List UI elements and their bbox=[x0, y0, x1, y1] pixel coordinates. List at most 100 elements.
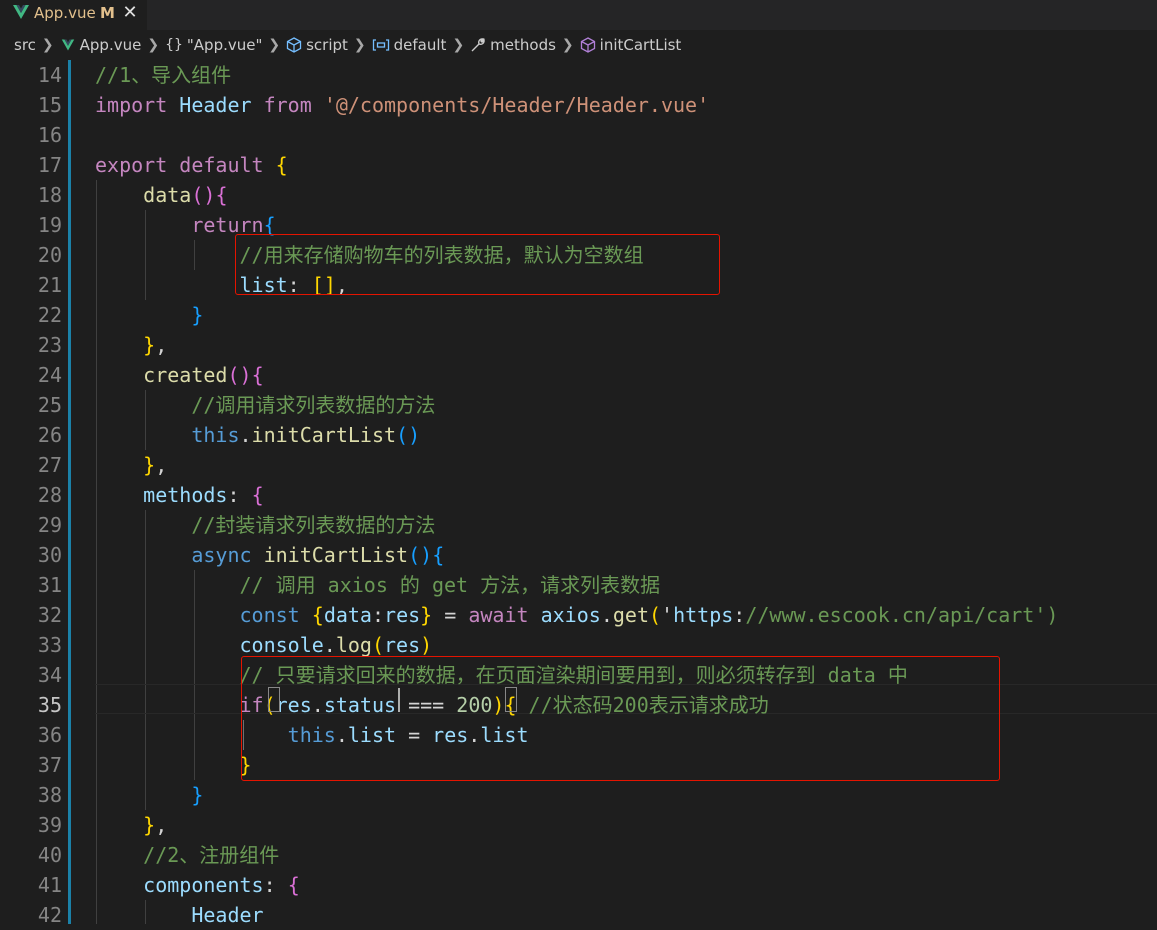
line-number: 25 bbox=[37, 393, 62, 417]
breadcrumb-label: methods bbox=[490, 36, 556, 54]
line-number: 36 bbox=[37, 723, 62, 747]
line-number: 29 bbox=[37, 513, 62, 537]
code-line[interactable]: 16 bbox=[0, 120, 1157, 150]
code-line[interactable]: 29 //封装请求列表数据的方法 bbox=[0, 510, 1157, 540]
code-line[interactable]: 24 created(){ bbox=[0, 360, 1157, 390]
line-number: 15 bbox=[37, 93, 62, 117]
braces-icon: {} bbox=[165, 37, 183, 53]
code-line[interactable]: 25 //调用请求列表数据的方法 bbox=[0, 390, 1157, 420]
line-number: 16 bbox=[37, 123, 62, 147]
modified-badge: M bbox=[100, 4, 115, 22]
breadcrumb-default[interactable]: default bbox=[372, 36, 447, 54]
breadcrumb-label: src bbox=[14, 36, 36, 54]
code-line[interactable]: 42 Header bbox=[0, 900, 1157, 930]
code-text: //封装请求列表数据的方法 bbox=[191, 513, 436, 537]
line-number: 20 bbox=[37, 243, 62, 267]
line-number: 42 bbox=[37, 903, 62, 927]
code-text: }, bbox=[143, 333, 168, 357]
code-line[interactable]: 17 export default { bbox=[0, 150, 1157, 180]
close-icon[interactable]: ✕ bbox=[121, 2, 139, 23]
code-text: // 调用 axios 的 get 方法，请求列表数据 bbox=[239, 573, 661, 597]
line-number: 38 bbox=[37, 783, 62, 807]
tab-bar: App.vue M ✕ bbox=[0, 0, 1157, 30]
line-number: 33 bbox=[37, 633, 62, 657]
chevron-right-icon: ❯ bbox=[268, 37, 281, 53]
wrench-icon bbox=[471, 38, 485, 52]
cube-icon bbox=[580, 37, 595, 53]
chevron-right-icon: ❯ bbox=[147, 37, 160, 53]
breadcrumb-script[interactable]: script bbox=[286, 36, 348, 54]
breadcrumb-label: script bbox=[306, 36, 348, 54]
line-number: 32 bbox=[37, 603, 62, 627]
vue-icon bbox=[61, 39, 74, 51]
line-number: 40 bbox=[37, 843, 62, 867]
code-line[interactable]: 38 } bbox=[0, 780, 1157, 810]
code-text: Header bbox=[191, 903, 264, 927]
code-line[interactable]: 31 // 调用 axios 的 get 方法，请求列表数据 bbox=[0, 570, 1157, 600]
breadcrumb-module[interactable]: {} "App.vue" bbox=[165, 36, 262, 54]
code-line[interactable]: 40 //2、注册组件 bbox=[0, 840, 1157, 870]
code-line[interactable]: 23 }, bbox=[0, 330, 1157, 360]
annotation-box bbox=[241, 656, 1000, 781]
tab-title: App.vue bbox=[34, 4, 96, 22]
code-text: //1、导入组件 bbox=[95, 63, 232, 87]
breadcrumb: src ❯ App.vue ❯ {} "App.vue" ❯ script ❯ … bbox=[0, 30, 1157, 60]
breadcrumb-methods[interactable]: methods bbox=[470, 36, 556, 54]
breadcrumb-label: "App.vue" bbox=[186, 36, 263, 54]
line-number: 18 bbox=[37, 183, 62, 207]
breadcrumb-label: default bbox=[393, 36, 447, 54]
tab-app-vue[interactable]: App.vue M ✕ bbox=[0, 0, 147, 30]
code-text: //2、注册组件 bbox=[143, 843, 280, 867]
chevron-right-icon: ❯ bbox=[41, 37, 54, 53]
line-number: 24 bbox=[37, 363, 62, 387]
line-number: 23 bbox=[37, 333, 62, 357]
code-text: import Header from '@/components/Header/… bbox=[95, 93, 710, 117]
chevron-right-icon: ❯ bbox=[353, 37, 366, 53]
code-text: } bbox=[239, 753, 252, 777]
breadcrumb-label: initCartList bbox=[599, 36, 682, 54]
vue-icon bbox=[13, 5, 29, 19]
code-text: this.initCartList() bbox=[191, 423, 421, 447]
code-editor[interactable]: 14 //1、导入组件 15 import Header from '@/compon… bbox=[0, 60, 1157, 927]
code-line[interactable]: 28 methods: { bbox=[0, 480, 1157, 510]
code-line[interactable]: 18 data(){ bbox=[0, 180, 1157, 210]
line-number: 35 bbox=[37, 693, 62, 717]
breadcrumb-label: App.vue bbox=[79, 36, 142, 54]
code-text: //调用请求列表数据的方法 bbox=[191, 393, 436, 417]
annotation-box bbox=[235, 234, 720, 295]
code-line[interactable]: 41 components: { bbox=[0, 870, 1157, 900]
breadcrumb-app-vue[interactable]: App.vue bbox=[60, 36, 142, 54]
line-number: 39 bbox=[37, 813, 62, 837]
code-text: } bbox=[191, 303, 204, 327]
code-text: }, bbox=[143, 813, 168, 837]
breadcrumb-src[interactable]: src bbox=[14, 36, 36, 54]
line-number: 41 bbox=[37, 873, 62, 897]
line-number: 21 bbox=[37, 273, 62, 297]
code-line[interactable]: 22 } bbox=[0, 300, 1157, 330]
line-number: 26 bbox=[37, 423, 62, 447]
code-text: methods: { bbox=[143, 483, 264, 507]
code-line[interactable]: 26 this.initCartList() bbox=[0, 420, 1157, 450]
code-line[interactable]: 27 }, bbox=[0, 450, 1157, 480]
code-line[interactable]: 15 import Header from '@/components/Heade… bbox=[0, 90, 1157, 120]
line-number: 31 bbox=[37, 573, 62, 597]
line-number: 27 bbox=[37, 453, 62, 477]
line-number: 17 bbox=[37, 153, 62, 177]
code-text: created(){ bbox=[143, 363, 264, 387]
code-line[interactable]: 32 const {data:res} = await axios.get('h… bbox=[0, 600, 1157, 630]
variable-icon bbox=[372, 39, 389, 51]
code-text: async initCartList(){ bbox=[191, 543, 445, 567]
code-line[interactable]: 39 }, bbox=[0, 810, 1157, 840]
breadcrumb-initcartlist[interactable]: initCartList bbox=[580, 36, 682, 54]
line-number: 30 bbox=[37, 543, 62, 567]
code-text: components: { bbox=[143, 873, 300, 897]
code-line[interactable]: 14 //1、导入组件 bbox=[0, 60, 1157, 90]
cube-icon bbox=[286, 37, 302, 53]
chevron-right-icon: ❯ bbox=[452, 37, 465, 53]
code-text: export default { bbox=[95, 153, 288, 177]
code-text: } bbox=[191, 783, 204, 807]
code-line[interactable]: 30 async initCartList(){ bbox=[0, 540, 1157, 570]
chevron-right-icon: ❯ bbox=[561, 37, 574, 53]
code-text: }, bbox=[143, 453, 168, 477]
code-text: const {data:res} = await axios.get('http… bbox=[239, 603, 1059, 627]
